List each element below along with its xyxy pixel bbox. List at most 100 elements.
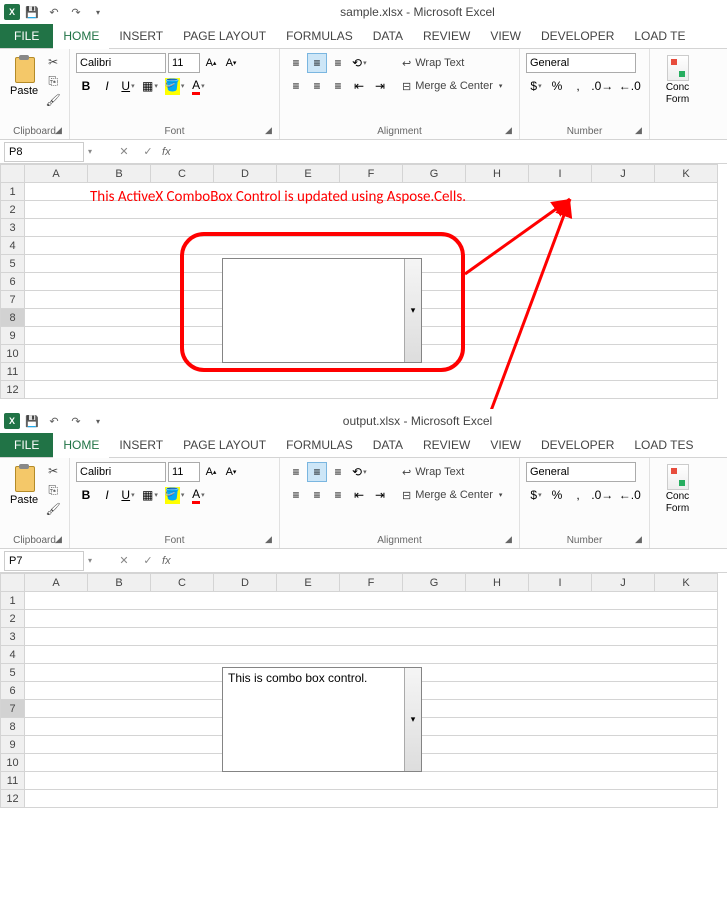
combobox-dropdown-icon[interactable]: ▾ xyxy=(404,259,421,362)
number-format-select[interactable] xyxy=(526,462,636,482)
align-top-icon[interactable]: ≡ xyxy=(286,53,306,73)
qat-customize-icon[interactable]: ▾ xyxy=(88,411,108,431)
align-top-icon[interactable]: ≡ xyxy=(286,462,306,482)
worksheet-grid[interactable]: A B C D E F G H I J K 1 2 3 4 5 6 7 8 9 … xyxy=(0,573,727,823)
fill-color-button[interactable]: 🪣 xyxy=(162,485,187,505)
activex-combobox[interactable]: This is combo box control. ▾ xyxy=(222,667,422,772)
row-header[interactable]: 6 xyxy=(1,273,25,291)
underline-button[interactable]: U xyxy=(118,485,138,505)
currency-button[interactable]: $ xyxy=(526,485,546,505)
col-header[interactable]: I xyxy=(529,165,592,183)
clipboard-launcher-icon[interactable]: ◢ xyxy=(55,534,67,546)
row-header[interactable]: 8 xyxy=(1,718,25,736)
tab-loadtest[interactable]: LOAD TES xyxy=(624,433,703,457)
row-header[interactable]: 7 xyxy=(1,700,25,718)
tab-page-layout[interactable]: PAGE LAYOUT xyxy=(173,24,276,48)
row-header[interactable]: 6 xyxy=(1,682,25,700)
comma-button[interactable]: , xyxy=(568,76,588,96)
row-header[interactable]: 5 xyxy=(1,255,25,273)
enter-formula-icon[interactable]: ✓ xyxy=(139,552,157,570)
copy-icon[interactable]: ⎘ xyxy=(44,72,62,90)
tab-view[interactable]: VIEW xyxy=(480,433,531,457)
orientation-icon[interactable]: ⟲ xyxy=(349,53,370,73)
bold-button[interactable]: B xyxy=(76,485,96,505)
tab-home[interactable]: HOME xyxy=(53,24,109,48)
formula-bar[interactable] xyxy=(171,142,727,162)
tab-developer[interactable]: DEVELOPER xyxy=(531,433,624,457)
italic-button[interactable]: I xyxy=(97,485,117,505)
undo-icon[interactable]: ↶ xyxy=(44,411,64,431)
wrap-text-button[interactable]: ↩Wrap Text xyxy=(398,462,506,482)
tab-file[interactable]: FILE xyxy=(0,24,53,48)
currency-button[interactable]: $ xyxy=(526,76,546,96)
col-header[interactable]: K xyxy=(655,574,718,592)
tab-data[interactable]: DATA xyxy=(363,24,413,48)
tab-developer[interactable]: DEVELOPER xyxy=(531,24,624,48)
row-header[interactable]: 10 xyxy=(1,345,25,363)
col-header[interactable]: C xyxy=(151,574,214,592)
tab-home[interactable]: HOME xyxy=(53,433,109,457)
select-all-corner[interactable] xyxy=(1,574,25,592)
tab-insert[interactable]: INSERT xyxy=(109,433,173,457)
decrease-indent-icon[interactable]: ⇤ xyxy=(349,485,369,505)
align-bottom-icon[interactable]: ≡ xyxy=(328,462,348,482)
align-middle-icon[interactable]: ≡ xyxy=(307,462,327,482)
col-header[interactable]: K xyxy=(655,165,718,183)
row-header[interactable]: 12 xyxy=(1,790,25,808)
col-header[interactable]: D xyxy=(214,165,277,183)
enter-formula-icon[interactable]: ✓ xyxy=(139,143,157,161)
col-header[interactable]: D xyxy=(214,574,277,592)
increase-font-icon[interactable]: A▴ xyxy=(202,53,220,73)
row-header[interactable]: 9 xyxy=(1,327,25,345)
cut-icon[interactable]: ✂ xyxy=(44,462,62,480)
align-center-icon[interactable]: ≡ xyxy=(307,485,327,505)
select-all-corner[interactable] xyxy=(1,165,25,183)
row-header[interactable]: 5 xyxy=(1,664,25,682)
decrease-decimal-icon[interactable]: ←.0 xyxy=(617,485,644,505)
font-color-button[interactable]: A xyxy=(188,76,208,96)
border-button[interactable]: ▦ xyxy=(139,76,161,96)
conditional-formatting-button[interactable]: Conc Form xyxy=(656,53,699,107)
qat-customize-icon[interactable]: ▾ xyxy=(88,2,108,22)
col-header[interactable]: G xyxy=(403,165,466,183)
col-header[interactable]: G xyxy=(403,574,466,592)
decrease-decimal-icon[interactable]: ←.0 xyxy=(617,76,644,96)
tab-file[interactable]: FILE xyxy=(0,433,53,457)
underline-button[interactable]: U xyxy=(118,76,138,96)
combobox-dropdown-icon[interactable]: ▾ xyxy=(404,668,421,771)
row-header[interactable]: 3 xyxy=(1,219,25,237)
col-header[interactable]: B xyxy=(88,574,151,592)
tab-page-layout[interactable]: PAGE LAYOUT xyxy=(173,433,276,457)
col-header[interactable]: J xyxy=(592,574,655,592)
tab-loadtest[interactable]: LOAD TE xyxy=(624,24,695,48)
align-left-icon[interactable]: ≡ xyxy=(286,485,306,505)
row-header[interactable]: 9 xyxy=(1,736,25,754)
undo-icon[interactable]: ↶ xyxy=(44,2,64,22)
col-header[interactable]: I xyxy=(529,574,592,592)
row-header[interactable]: 8 xyxy=(1,309,25,327)
increase-indent-icon[interactable]: ⇥ xyxy=(370,485,390,505)
wrap-text-button[interactable]: ↩Wrap Text xyxy=(398,53,506,73)
increase-indent-icon[interactable]: ⇥ xyxy=(370,76,390,96)
row-header[interactable]: 7 xyxy=(1,291,25,309)
formula-bar[interactable] xyxy=(171,551,727,571)
align-left-icon[interactable]: ≡ xyxy=(286,76,306,96)
percent-button[interactable]: % xyxy=(547,485,567,505)
col-header[interactable]: J xyxy=(592,165,655,183)
col-header[interactable]: H xyxy=(466,574,529,592)
row-header[interactable]: 12 xyxy=(1,381,25,399)
align-right-icon[interactable]: ≡ xyxy=(328,76,348,96)
redo-icon[interactable]: ↷ xyxy=(66,411,86,431)
merge-center-button[interactable]: ⊟Merge & Center▾ xyxy=(398,76,506,96)
font-name-select[interactable] xyxy=(76,53,166,73)
fx-icon[interactable]: fx xyxy=(162,146,171,158)
increase-font-icon[interactable]: A▴ xyxy=(202,462,220,482)
row-header[interactable]: 10 xyxy=(1,754,25,772)
row-header[interactable]: 4 xyxy=(1,237,25,255)
font-size-select[interactable] xyxy=(168,53,200,73)
row-header[interactable]: 4 xyxy=(1,646,25,664)
row-header[interactable]: 1 xyxy=(1,183,25,201)
row-header[interactable]: 1 xyxy=(1,592,25,610)
col-header[interactable]: A xyxy=(25,574,88,592)
comma-button[interactable]: , xyxy=(568,485,588,505)
